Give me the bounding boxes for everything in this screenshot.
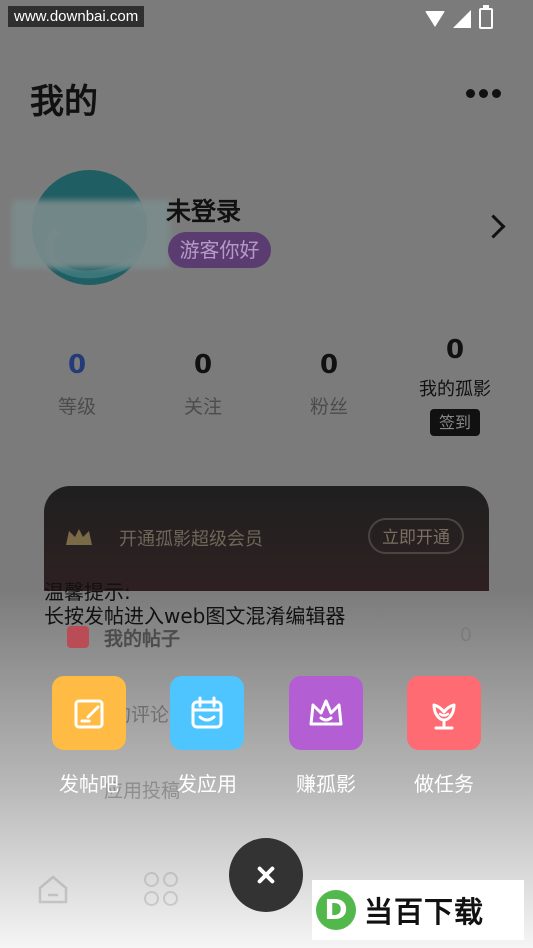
- action-label: 赚孤影: [296, 772, 356, 796]
- stat-label: 关注: [183, 396, 222, 418]
- action-label: 发帖吧: [59, 772, 119, 796]
- posts-label: 我的帖子: [104, 628, 181, 650]
- posts-icon: [67, 626, 89, 648]
- action-label: 发应用: [177, 772, 237, 796]
- page-title: 我的: [30, 82, 98, 122]
- stat-value: 0: [193, 350, 213, 380]
- flower-icon-tile[interactable]: [407, 676, 481, 750]
- post-action[interactable]: 发帖吧: [52, 676, 126, 797]
- battery-icon: [479, 5, 493, 29]
- wifi-icon: [425, 10, 445, 27]
- calendar-icon: [191, 696, 223, 729]
- stat-following[interactable]: 0 关注: [158, 350, 248, 419]
- blurred-overlay: [12, 200, 170, 268]
- stat-label: 我的孤影: [419, 379, 491, 400]
- crown-icon: [309, 699, 343, 726]
- tip-title: 温馨提示:: [44, 580, 131, 604]
- checkin-button[interactable]: 签到: [430, 409, 480, 436]
- profile-screen: www.downbai.com 我的 未登录 游客你好 0 等级 0 关注 0 …: [0, 0, 533, 948]
- stat-level[interactable]: 0 等级: [32, 350, 122, 419]
- crown-icon-tile[interactable]: [289, 676, 363, 750]
- user-name[interactable]: 未登录: [166, 192, 241, 228]
- brand-watermark: D 当百下载: [312, 880, 524, 940]
- home-tab-icon[interactable]: [36, 872, 70, 906]
- my-posts-row[interactable]: 我的帖子 0: [64, 624, 484, 654]
- do-tasks-action[interactable]: 做任务: [407, 676, 481, 797]
- vip-card[interactable]: 开通孤影超级会员 立即开通: [44, 486, 489, 591]
- action-label: 做任务: [414, 772, 474, 796]
- calendar-icon-tile[interactable]: [170, 676, 244, 750]
- signal-icon: [453, 9, 471, 28]
- posts-count: 0: [459, 624, 472, 646]
- stat-label: 粉丝: [309, 396, 348, 418]
- discover-tab-icon[interactable]: [144, 872, 178, 906]
- more-options-icon[interactable]: [466, 89, 501, 98]
- vip-open-button[interactable]: 立即开通: [368, 518, 464, 554]
- stat-value: 0: [445, 335, 465, 365]
- close-button[interactable]: [229, 838, 303, 912]
- status-icons: [425, 5, 493, 29]
- crown-icon: [66, 529, 92, 545]
- edit-icon: [74, 699, 104, 729]
- status-bar: www.downbai.com: [0, 0, 533, 34]
- vip-text: 开通孤影超级会员: [119, 529, 263, 550]
- flower-icon: [432, 703, 456, 730]
- stat-fans[interactable]: 0 粉丝: [284, 350, 374, 419]
- publish-app-action[interactable]: 发应用: [170, 676, 244, 797]
- earn-coins-action[interactable]: 赚孤影: [289, 676, 363, 797]
- brand-logo-text: 当百下载: [364, 895, 485, 929]
- stat-value: 0: [67, 350, 87, 380]
- tip-text: 温馨提示: 长按发帖进入web图文混淆编辑器: [44, 580, 345, 628]
- stat-value: 0: [319, 350, 339, 380]
- stat-coins[interactable]: 0 我的孤影 签到: [395, 335, 515, 436]
- watermark-label: www.downbai.com: [8, 6, 145, 27]
- stat-label: 等级: [57, 396, 96, 418]
- edit-icon-tile[interactable]: [52, 676, 126, 750]
- chevron-right-icon[interactable]: [481, 214, 506, 239]
- brand-logo-icon: D: [316, 890, 356, 930]
- guest-badge: 游客你好: [168, 232, 271, 268]
